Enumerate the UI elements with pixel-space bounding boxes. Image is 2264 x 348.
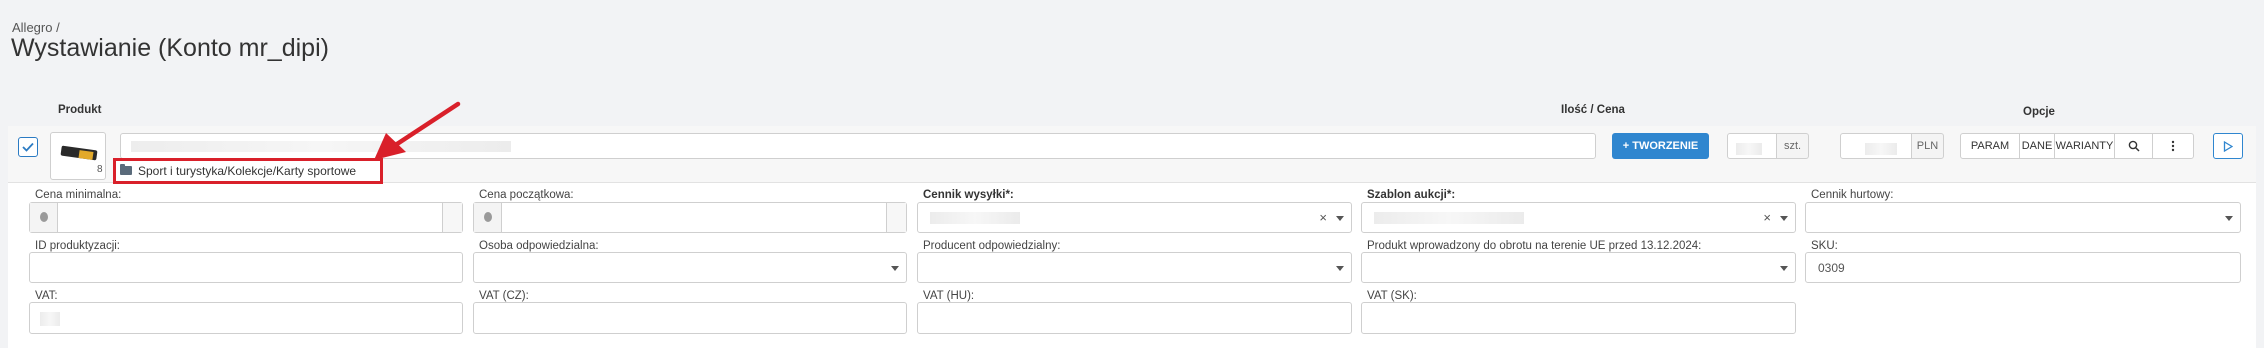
- eu-market-label: Produkt wprowadzony do obrotu na terenie…: [1367, 240, 1702, 252]
- vat-label: VAT:: [35, 290, 58, 302]
- more-options-button[interactable]: [2152, 133, 2194, 159]
- category-path[interactable]: Sport i turystyka/Kolekcje/Karty sportow…: [113, 158, 383, 184]
- min-price-label: Cena minimalna:: [35, 189, 122, 201]
- sku-input[interactable]: 0309: [1805, 252, 2241, 283]
- shipping-rates-value: [930, 212, 1020, 224]
- chevron-down-icon: [1780, 216, 1788, 221]
- vat-hu-label: VAT (HU):: [923, 290, 975, 302]
- wholesale-price-label: Cennik hurtowy:: [1811, 189, 1894, 201]
- responsible-person-label: Osoba odpowiedzialna:: [479, 240, 599, 252]
- responsible-person-select[interactable]: [473, 252, 907, 283]
- wholesale-price-select[interactable]: [1805, 202, 2241, 233]
- auction-template-select[interactable]: ×: [1361, 202, 1796, 233]
- page-title: Wystawianie (Konto mr_dipi): [11, 34, 329, 62]
- quantity-unit: szt.: [1776, 133, 1809, 159]
- play-icon: [2223, 140, 2233, 152]
- search-button[interactable]: [2114, 133, 2153, 159]
- min-price-input[interactable]: [29, 202, 463, 233]
- search-icon: [2128, 140, 2140, 152]
- publish-button[interactable]: [2213, 133, 2243, 159]
- vat-cz-input[interactable]: [473, 302, 907, 334]
- eu-market-select[interactable]: [1361, 252, 1796, 283]
- currency-icon: [474, 203, 502, 232]
- price-input[interactable]: [1840, 133, 1912, 159]
- column-header-options: Opcje: [2023, 106, 2055, 118]
- chevron-down-icon: [891, 266, 899, 271]
- breadcrumb[interactable]: Allegro /: [12, 20, 60, 35]
- production-id-input[interactable]: [29, 252, 463, 283]
- clear-icon[interactable]: ×: [1319, 210, 1327, 225]
- folder-icon: [120, 164, 132, 175]
- start-price-input[interactable]: [473, 202, 907, 233]
- dane-button[interactable]: DANE: [2019, 133, 2055, 159]
- image-count: 8: [97, 164, 103, 175]
- vat-cz-label: VAT (CZ):: [479, 290, 529, 302]
- shipping-rates-select[interactable]: ×: [917, 202, 1352, 233]
- vat-hu-input[interactable]: [917, 302, 1352, 334]
- currency-icon: [30, 203, 58, 232]
- vat-input[interactable]: [29, 302, 463, 334]
- auction-template-label: Szablon aukcji*:: [1367, 189, 1456, 201]
- chevron-down-icon: [1780, 266, 1788, 271]
- responsible-producer-select[interactable]: [917, 252, 1352, 283]
- product-select-checkbox[interactable]: [18, 137, 38, 157]
- create-button[interactable]: + TWORZENIE: [1612, 133, 1709, 159]
- production-id-label: ID produktyzacji:: [35, 240, 121, 252]
- start-price-suffix: [886, 203, 906, 232]
- kebab-menu-icon: [2171, 140, 2175, 152]
- category-path-text: Sport i turystyka/Kolekcje/Karty sportow…: [138, 164, 357, 178]
- chevron-down-icon: [1336, 216, 1344, 221]
- check-icon: [22, 142, 34, 152]
- responsible-producer-label: Producent odpowiedzialny:: [923, 240, 1061, 252]
- warianty-button[interactable]: WARIANTY: [2054, 133, 2115, 159]
- vat-sk-label: VAT (SK):: [1367, 290, 1417, 302]
- price-unit: PLN: [1911, 133, 1944, 159]
- min-price-suffix: [442, 203, 462, 232]
- quantity-input[interactable]: [1727, 133, 1777, 159]
- column-header-qty-price: Ilość / Cena: [1561, 104, 1625, 116]
- shipping-rates-label: Cennik wysyłki*:: [923, 189, 1014, 201]
- chevron-down-icon: [2225, 216, 2233, 221]
- column-header-product: Produkt: [58, 104, 102, 116]
- clear-icon[interactable]: ×: [1763, 210, 1771, 225]
- sku-value: 0309: [1818, 261, 1845, 275]
- vat-sk-input[interactable]: [1361, 302, 1796, 334]
- chevron-down-icon: [1336, 266, 1344, 271]
- start-price-label: Cena początkowa:: [479, 189, 574, 201]
- sku-label: SKU:: [1811, 240, 1838, 252]
- product-name-input[interactable]: [120, 133, 1596, 159]
- annotation-arrow: [374, 101, 461, 160]
- vat-value: [40, 312, 60, 326]
- auction-template-value: [1374, 212, 1524, 224]
- price-value: [1865, 143, 1897, 155]
- quantity-value: [1736, 143, 1762, 155]
- param-button[interactable]: PARAM: [1960, 133, 2020, 159]
